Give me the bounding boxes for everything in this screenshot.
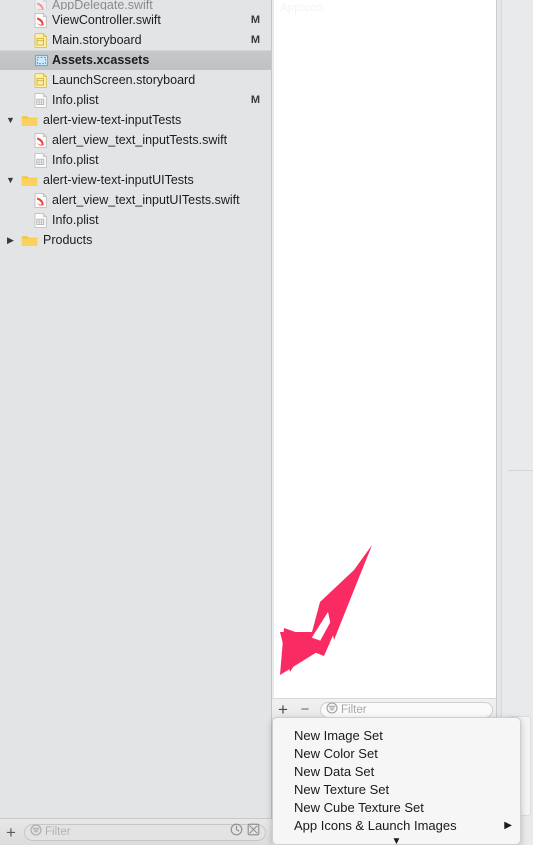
file-tree-row[interactable]: ▸LaunchScreen.storyboard	[0, 70, 271, 90]
folder-icon	[21, 174, 38, 187]
file-tree-row[interactable]: ▸Info.plist	[0, 150, 271, 170]
menu-item[interactable]: App Icons & Launch Images ▶	[273, 816, 520, 834]
menu-item[interactable]: New Color Set	[273, 744, 520, 762]
file-tree-row[interactable]: ▼ alert-view-text-inputUITests	[0, 170, 271, 190]
submenu-arrow-icon: ▶	[504, 819, 512, 831]
menu-item[interactable]: New Data Set	[273, 762, 520, 780]
filtered-files-icon[interactable]	[247, 823, 260, 841]
modified-flag: M	[250, 94, 260, 106]
file-name-label: Info.plist	[52, 153, 99, 167]
filter-funnel-icon	[30, 823, 42, 841]
plist-file-icon	[34, 212, 47, 228]
file-tree-row[interactable]: ▸Info.plist	[0, 210, 271, 230]
menu-item-label: New Cube Texture Set	[294, 799, 424, 815]
file-name-label: AppDelegate.swift	[52, 0, 153, 10]
folder-icon	[21, 114, 38, 127]
navigator-filter-field[interactable]: Filter	[24, 823, 266, 841]
modified-flag: M	[250, 14, 260, 26]
modified-flag: M	[250, 34, 260, 46]
navigator-add-button[interactable]: +	[0, 822, 22, 842]
menu-item[interactable]: New Texture Set	[273, 780, 520, 798]
disclosure-triangle-expanded[interactable]: ▼	[4, 170, 17, 190]
disclosure-triangle-expanded[interactable]: ▼	[4, 110, 17, 130]
file-tree-row[interactable]: ▸ViewController.swiftM	[0, 10, 271, 30]
file-tree-row[interactable]: ▸Assets.xcassets	[0, 50, 271, 70]
file-tree-row[interactable]: ▼ alert-view-text-inputTests	[0, 110, 271, 130]
storyboard-file-icon	[34, 72, 47, 88]
navigator-filter-placeholder: Filter	[45, 826, 71, 838]
menu-top-padding	[273, 718, 520, 726]
xcassets-file-icon	[34, 53, 49, 68]
plist-file-icon	[34, 152, 47, 168]
swift-file-icon	[34, 0, 47, 10]
asset-filter-field[interactable]: Filter	[320, 701, 493, 719]
swift-file-icon	[34, 12, 47, 28]
file-name-label: Info.plist	[52, 93, 99, 107]
asset-ghost-title: AppIcon	[280, 2, 324, 14]
swift-file-icon	[34, 132, 47, 148]
new-asset-popup-menu[interactable]: New Image Set New Color Set New Data Set Ne…	[272, 717, 521, 845]
file-tree-row[interactable]: ▸alert_view_text_inputTests.swift	[0, 130, 271, 150]
menu-item-list[interactable]: New Image Set New Color Set New Data Set Ne…	[273, 726, 520, 834]
filter-funnel-icon	[326, 701, 338, 719]
file-tree-row[interactable]: ▶ Products	[0, 230, 271, 250]
file-tree-row[interactable]: ▸Main.storyboardM	[0, 30, 271, 50]
file-name-label: LaunchScreen.storyboard	[52, 73, 196, 87]
asset-filter-placeholder: Filter	[341, 703, 367, 716]
file-name-label: Products	[43, 233, 93, 247]
project-file-tree[interactable]: ▸AppDelegate.swift▸ViewController.swiftM…	[0, 0, 271, 817]
file-name-label: alert_view_text_inputUITests.swift	[52, 193, 240, 207]
file-tree-row[interactable]: ▸Info.plistM	[0, 90, 271, 110]
menu-item-label: New Texture Set	[294, 781, 390, 797]
navigator-filter-bar: + Filter	[0, 818, 272, 845]
folder-icon	[21, 234, 38, 247]
plist-file-icon	[34, 92, 47, 108]
menu-item-label: New Color Set	[294, 745, 378, 761]
menu-item[interactable]: New Cube Texture Set	[273, 798, 520, 816]
utilities-divider	[508, 470, 533, 471]
menu-item-label: App Icons & Launch Images	[294, 817, 457, 833]
project-navigator: ▸AppDelegate.swift▸ViewController.swiftM…	[0, 0, 272, 845]
menu-item-label: New Image Set	[294, 727, 383, 743]
file-name-label: ViewController.swift	[52, 13, 161, 27]
file-name-label: Assets.xcassets	[52, 53, 150, 67]
clock-icon[interactable]	[230, 823, 243, 841]
menu-item[interactable]: New Image Set	[273, 726, 520, 744]
swift-file-icon	[34, 192, 47, 208]
file-name-label: alert-view-text-inputUITests	[43, 173, 194, 187]
file-name-label: Main.storyboard	[52, 33, 142, 47]
file-tree-row[interactable]: ▸alert_view_text_inputUITests.swift	[0, 190, 271, 210]
file-tree-row[interactable]: ▸AppDelegate.swift	[0, 0, 271, 10]
disclosure-triangle-collapsed[interactable]: ▶	[4, 230, 17, 250]
menu-scroll-down-chevron[interactable]: ▼	[273, 834, 520, 845]
file-name-label: alert_view_text_inputTests.swift	[52, 133, 228, 147]
file-name-label: alert-view-text-inputTests	[43, 113, 182, 127]
menu-item-label: New Data Set	[294, 763, 375, 779]
file-name-label: Info.plist	[52, 213, 99, 227]
storyboard-file-icon	[34, 32, 47, 48]
xcode-window: AppIcon ▸AppDelegate.swift▸ViewControlle…	[0, 0, 533, 845]
